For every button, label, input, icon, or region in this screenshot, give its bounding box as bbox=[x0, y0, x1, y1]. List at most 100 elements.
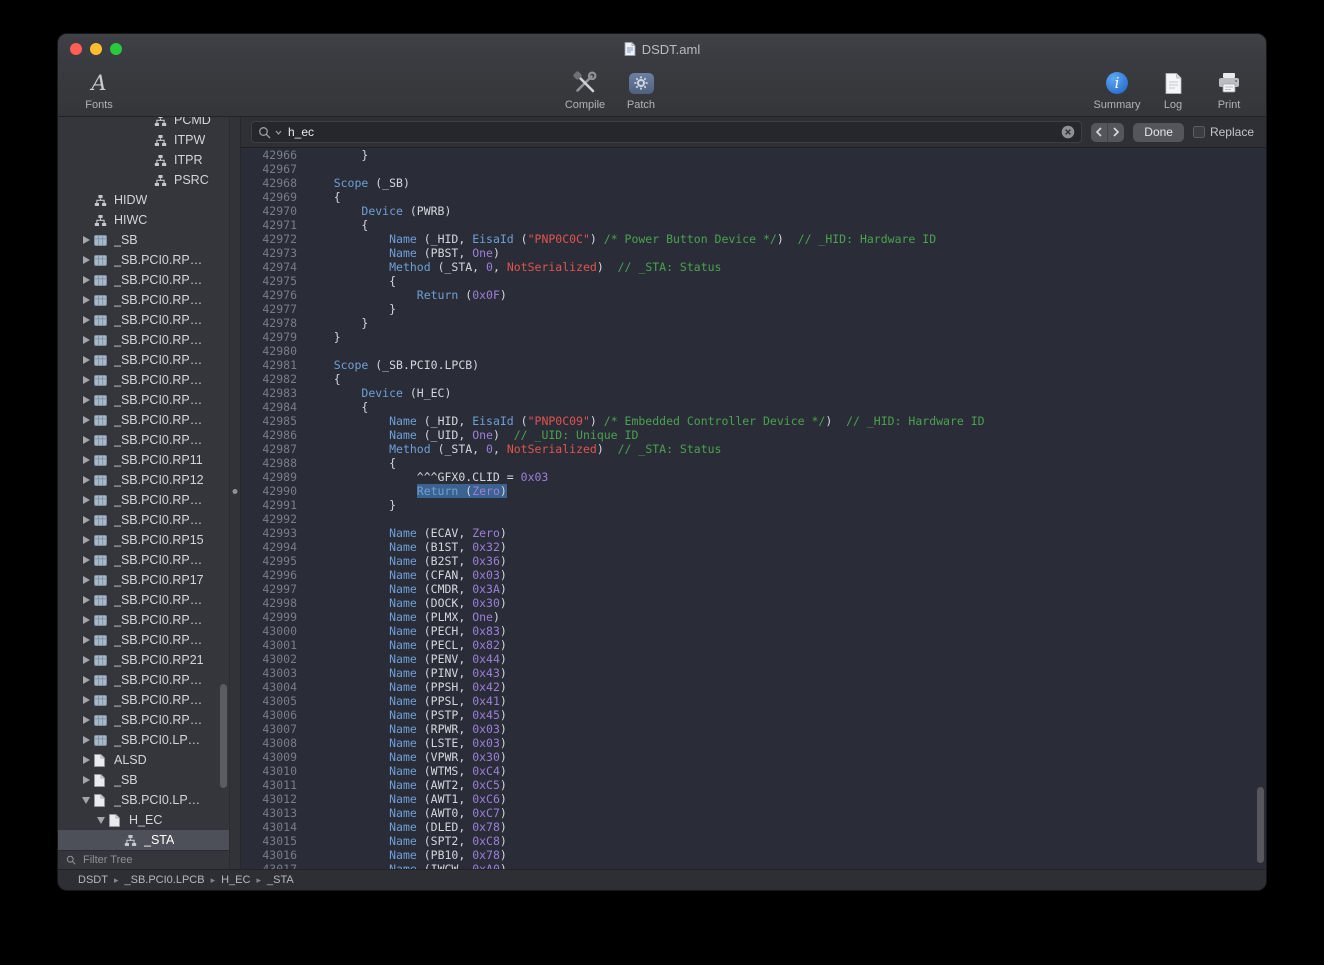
tree-item-hidw[interactable]: HIDW bbox=[58, 190, 229, 210]
disclosure-triangle-icon[interactable] bbox=[78, 696, 94, 704]
tree-item-sb-pci0-rp17[interactable]: _SB.PCI0.RP17 bbox=[58, 570, 229, 590]
tree-item-sb-pci0-rp[interactable]: _SB.PCI0.RP… bbox=[58, 590, 229, 610]
disclosure-triangle-icon[interactable] bbox=[78, 736, 94, 744]
compile-button[interactable]: Compile bbox=[558, 70, 612, 111]
tree-item-sb-pci0-rp[interactable]: _SB.PCI0.RP… bbox=[58, 370, 229, 390]
disclosure-triangle-icon[interactable] bbox=[78, 776, 94, 784]
document-icon[interactable] bbox=[624, 42, 636, 56]
tree-item-sb-pci0-lp[interactable]: _SB.PCI0.LP… bbox=[58, 790, 229, 810]
editor-scrollbar-thumb[interactable] bbox=[1257, 787, 1264, 863]
sidebar-tree[interactable]: PCMDITPWITPRPSRCHIDWHIWC_SB_SB.PCI0.RP…_… bbox=[58, 117, 229, 850]
disclosure-triangle-icon[interactable] bbox=[78, 376, 94, 384]
tree-item-sb-pci0-rp[interactable]: _SB.PCI0.RP… bbox=[58, 610, 229, 630]
log-button[interactable]: Log bbox=[1146, 70, 1200, 111]
tree-item-sb-pci0-rp[interactable]: _SB.PCI0.RP… bbox=[58, 670, 229, 690]
disclosure-triangle-icon[interactable] bbox=[78, 536, 94, 544]
disclosure-triangle-icon[interactable] bbox=[78, 336, 94, 344]
summary-button[interactable]: i Summary bbox=[1090, 70, 1144, 111]
disclosure-triangle-icon[interactable] bbox=[78, 596, 94, 604]
disclosure-triangle-icon[interactable] bbox=[78, 356, 94, 364]
tree-item-sb-pci0-rp[interactable]: _SB.PCI0.RP… bbox=[58, 250, 229, 270]
title-bar[interactable]: DSDT.aml bbox=[58, 34, 1266, 64]
line-number: 43011 bbox=[241, 778, 297, 792]
disclosure-triangle-icon[interactable] bbox=[78, 636, 94, 644]
disclosure-triangle-icon[interactable] bbox=[78, 316, 94, 324]
sidebar-scrollbar-thumb[interactable] bbox=[220, 684, 227, 788]
tree-item-sb-pci0-rp[interactable]: _SB.PCI0.RP… bbox=[58, 630, 229, 650]
find-previous-button[interactable] bbox=[1091, 123, 1107, 142]
tree-item-sb-pci0-rp[interactable]: _SB.PCI0.RP… bbox=[58, 550, 229, 570]
disclosure-triangle-icon[interactable] bbox=[78, 756, 94, 764]
zoom-button[interactable] bbox=[110, 43, 122, 55]
find-next-button[interactable] bbox=[1108, 123, 1124, 142]
tree-item-label: _SB bbox=[114, 773, 138, 787]
line-number: 42984 bbox=[241, 400, 297, 414]
disclosure-triangle-icon[interactable] bbox=[78, 256, 94, 264]
tree-item-sta[interactable]: _STA bbox=[58, 830, 229, 850]
tree-item-sb-pci0-rp21[interactable]: _SB.PCI0.RP21 bbox=[58, 650, 229, 670]
disclosure-triangle-icon[interactable] bbox=[78, 616, 94, 624]
search-field[interactable] bbox=[251, 121, 1082, 143]
fonts-button[interactable]: A Fonts bbox=[72, 70, 126, 111]
tree-item-psrc[interactable]: PSRC bbox=[58, 170, 229, 190]
tree-item-sb-pci0-rp[interactable]: _SB.PCI0.RP… bbox=[58, 510, 229, 530]
tree-item-sb-pci0-rp[interactable]: _SB.PCI0.RP… bbox=[58, 330, 229, 350]
filter-tree-input[interactable] bbox=[81, 853, 195, 867]
tree-item-sb-pci0-rp[interactable]: _SB.PCI0.RP… bbox=[58, 490, 229, 510]
tree-item-sb-pci0-rp11[interactable]: _SB.PCI0.RP11 bbox=[58, 450, 229, 470]
disclosure-triangle-icon[interactable] bbox=[78, 436, 94, 444]
disclosure-triangle-icon[interactable] bbox=[78, 556, 94, 564]
tree-item-alsd[interactable]: ALSD bbox=[58, 750, 229, 770]
grid-icon bbox=[94, 655, 112, 666]
tree-item-h-ec[interactable]: H_EC bbox=[58, 810, 229, 830]
disclosure-triangle-icon[interactable] bbox=[78, 676, 94, 684]
tree-item-sb-pci0-lp[interactable]: _SB.PCI0.LP… bbox=[58, 730, 229, 750]
tree-item-label: _SB.PCI0.RP… bbox=[114, 553, 202, 567]
disclosure-triangle-icon[interactable] bbox=[78, 456, 94, 464]
splitter[interactable] bbox=[229, 117, 241, 869]
replace-checkbox[interactable] bbox=[1193, 126, 1205, 138]
patch-button[interactable]: Patch bbox=[614, 70, 668, 111]
disclosure-triangle-icon[interactable] bbox=[78, 276, 94, 284]
disclosure-triangle-icon[interactable] bbox=[93, 817, 109, 824]
tree-item-sb-pci0-rp[interactable]: _SB.PCI0.RP… bbox=[58, 410, 229, 430]
tree-item-itpw[interactable]: ITPW bbox=[58, 130, 229, 150]
clear-search-button[interactable] bbox=[1061, 125, 1075, 139]
tree-item-sb-pci0-rp[interactable]: _SB.PCI0.RP… bbox=[58, 710, 229, 730]
search-input[interactable] bbox=[286, 124, 1057, 140]
tree-item-sb[interactable]: _SB bbox=[58, 770, 229, 790]
disclosure-triangle-icon[interactable] bbox=[78, 656, 94, 664]
disclosure-triangle-icon[interactable] bbox=[78, 576, 94, 584]
tree-item-hiwc[interactable]: HIWC bbox=[58, 210, 229, 230]
disclosure-triangle-icon[interactable] bbox=[78, 716, 94, 724]
disclosure-triangle-icon[interactable] bbox=[78, 396, 94, 404]
tree-item-sb-pci0-rp[interactable]: _SB.PCI0.RP… bbox=[58, 270, 229, 290]
disclosure-triangle-icon[interactable] bbox=[78, 296, 94, 304]
tree-item-sb-pci0-rp[interactable]: _SB.PCI0.RP… bbox=[58, 310, 229, 330]
disclosure-triangle-icon[interactable] bbox=[78, 416, 94, 424]
disclosure-triangle-icon[interactable] bbox=[78, 496, 94, 504]
code-editor[interactable]: 42966 }4296742968 Scope (_SB)42969 {4297… bbox=[241, 148, 1266, 869]
grid-icon bbox=[94, 495, 112, 506]
line-number: 42994 bbox=[241, 540, 297, 554]
close-button[interactable] bbox=[70, 43, 82, 55]
print-button[interactable]: Print bbox=[1202, 70, 1256, 111]
disclosure-triangle-icon[interactable] bbox=[78, 236, 94, 244]
tree-item-sb-pci0-rp15[interactable]: _SB.PCI0.RP15 bbox=[58, 530, 229, 550]
search-scope-chevron-icon[interactable] bbox=[275, 130, 282, 135]
tree-item-sb-pci0-rp[interactable]: _SB.PCI0.RP… bbox=[58, 390, 229, 410]
minimize-button[interactable] bbox=[90, 43, 102, 55]
tree-item-sb-pci0-rp[interactable]: _SB.PCI0.RP… bbox=[58, 690, 229, 710]
tree-item-sb[interactable]: _SB bbox=[58, 230, 229, 250]
disclosure-triangle-icon[interactable] bbox=[78, 797, 94, 804]
tree-item-itpr[interactable]: ITPR bbox=[58, 150, 229, 170]
disclosure-triangle-icon[interactable] bbox=[78, 476, 94, 484]
disclosure-triangle-icon[interactable] bbox=[78, 516, 94, 524]
tree-item-sb-pci0-rp[interactable]: _SB.PCI0.RP… bbox=[58, 430, 229, 450]
tree-item-sb-pci0-rp[interactable]: _SB.PCI0.RP… bbox=[58, 350, 229, 370]
grid-icon bbox=[94, 295, 112, 306]
done-button[interactable]: Done bbox=[1133, 123, 1184, 142]
tree-item-sb-pci0-rp12[interactable]: _SB.PCI0.RP12 bbox=[58, 470, 229, 490]
tree-item-pcmd[interactable]: PCMD bbox=[58, 117, 229, 130]
tree-item-sb-pci0-rp[interactable]: _SB.PCI0.RP… bbox=[58, 290, 229, 310]
